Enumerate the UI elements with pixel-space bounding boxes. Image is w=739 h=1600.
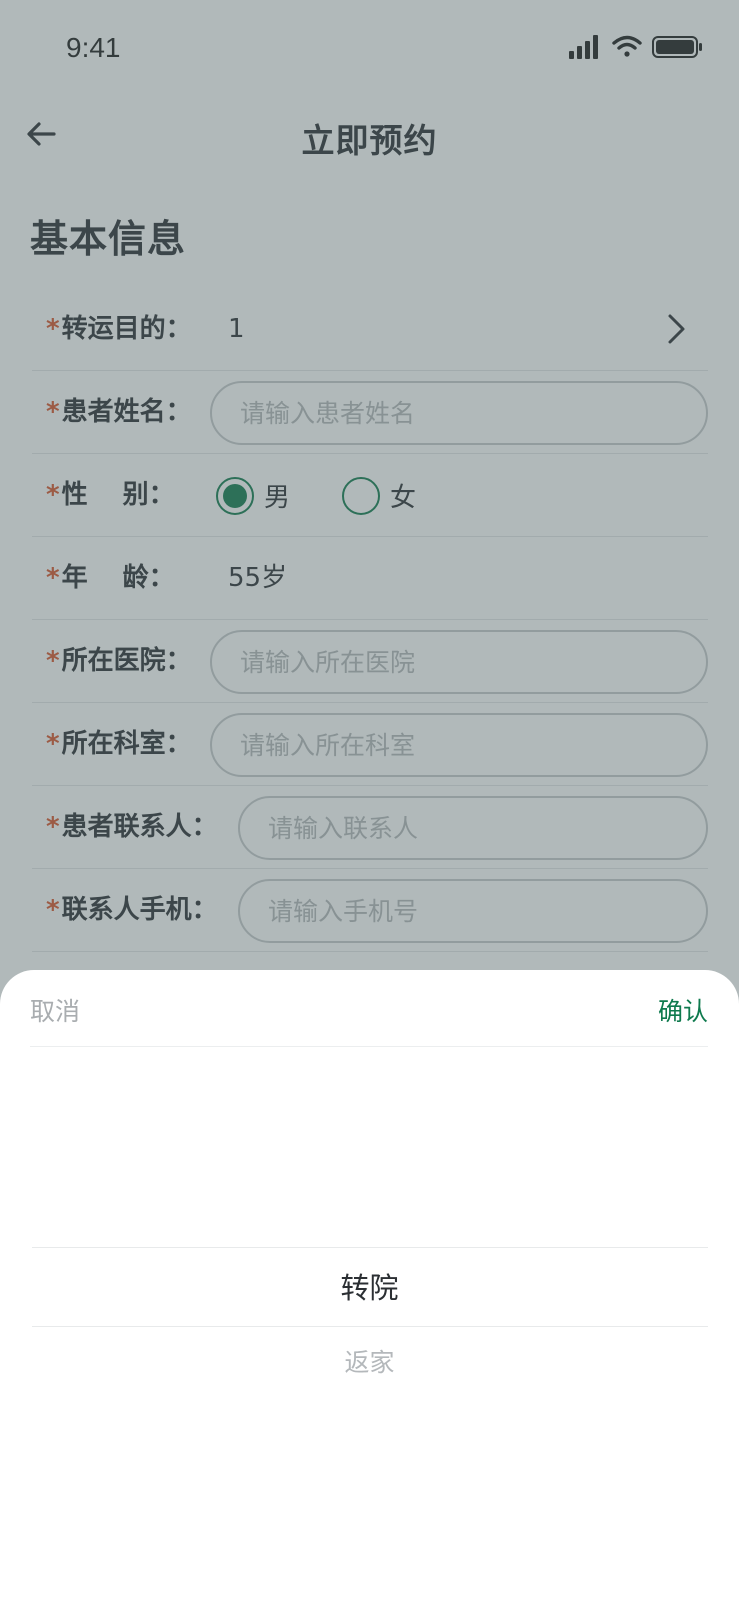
- confirm-button[interactable]: 确认: [658, 992, 708, 1028]
- picker-header: 取消 确认: [30, 970, 708, 1047]
- picker-wheel[interactable]: 转院 返家: [0, 1047, 739, 1600]
- cancel-button[interactable]: 取消: [30, 992, 80, 1028]
- purpose-picker-sheet: 取消 确认 转院 返家: [0, 970, 739, 1600]
- picker-option[interactable]: 返家: [0, 1343, 739, 1379]
- picker-option-selected[interactable]: 转院: [0, 1265, 739, 1307]
